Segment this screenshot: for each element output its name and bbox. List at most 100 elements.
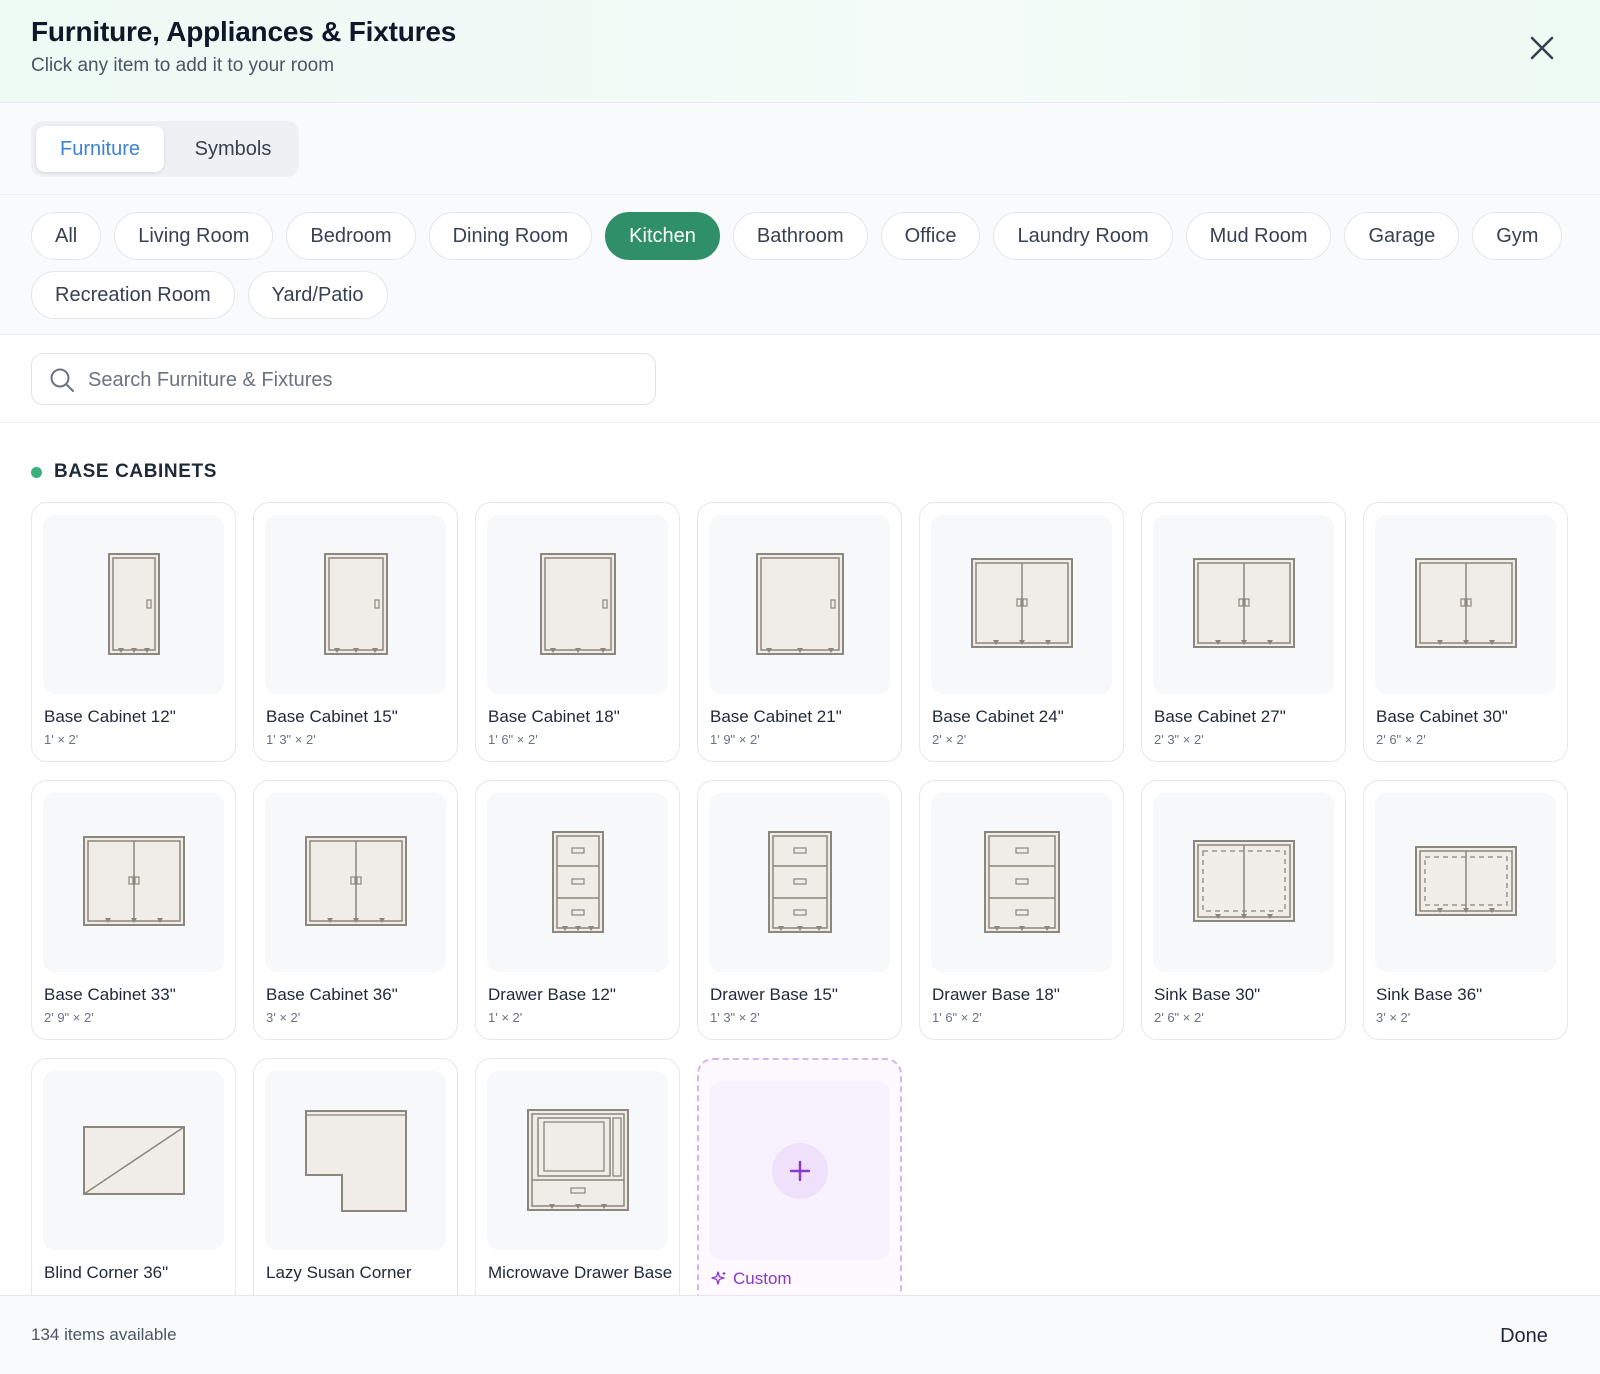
item-name: Sink Base 36" bbox=[1376, 985, 1483, 1004]
item-card[interactable]: Sink Base 30" 2' 6" × 2' bbox=[1141, 780, 1346, 1040]
item-card[interactable]: Microwave Drawer Base bbox=[475, 1058, 680, 1295]
category-chip-recreation-room[interactable]: Recreation Room bbox=[31, 271, 235, 319]
item-name: Base Cabinet 27" bbox=[1154, 707, 1286, 726]
modal-footer: 134 items available Done bbox=[0, 1295, 1600, 1374]
item-dimensions: 1' × 2' bbox=[44, 732, 79, 747]
search-input[interactable] bbox=[88, 362, 643, 398]
item-card[interactable]: Base Cabinet 24" 2' × 2' bbox=[919, 502, 1124, 762]
item-name: Base Cabinet 15" bbox=[266, 707, 398, 726]
microwave-drawer-icon bbox=[526, 1108, 630, 1214]
item-thumbnail bbox=[1153, 515, 1334, 694]
blind-corner-icon bbox=[82, 1125, 186, 1197]
category-filter-bar: All Living Room Bedroom Dining Room Kitchen B… bbox=[0, 195, 1600, 335]
single-door-cabinet-icon bbox=[107, 552, 161, 658]
modal-header: Furniture, Appliances & Fixtures Click a… bbox=[0, 0, 1600, 103]
item-dimensions: 3' × 2' bbox=[266, 1010, 301, 1025]
tab-symbols[interactable]: Symbols bbox=[171, 126, 295, 172]
search-icon bbox=[50, 368, 74, 392]
item-dimensions: 1' × 2' bbox=[488, 1010, 523, 1025]
search-box[interactable] bbox=[31, 353, 656, 405]
item-grid: Base Cabinet 12" 1' × 2' Base Cabinet 15" 1… bbox=[31, 502, 1568, 1295]
category-chip-living-room[interactable]: Living Room bbox=[114, 212, 274, 260]
category-chip-yard-patio[interactable]: Yard/Patio bbox=[247, 271, 388, 319]
item-dimensions: 2' × 2' bbox=[932, 732, 967, 747]
item-card[interactable]: Base Cabinet 15" 1' 3" × 2' bbox=[253, 502, 458, 762]
sink-base-icon bbox=[1414, 845, 1518, 921]
item-name: Base Cabinet 18" bbox=[488, 707, 620, 726]
item-dimensions: 1' 6" × 2' bbox=[932, 1010, 982, 1025]
drawer-base-icon bbox=[767, 830, 833, 936]
item-thumbnail bbox=[487, 1071, 668, 1250]
item-name: Base Cabinet 30" bbox=[1376, 707, 1508, 726]
item-count: 134 items available bbox=[31, 1325, 177, 1344]
category-chip-all[interactable]: All bbox=[31, 212, 102, 260]
item-name: Base Cabinet 21" bbox=[710, 707, 842, 726]
double-door-cabinet-icon bbox=[82, 835, 186, 931]
modal-subtitle: Click any item to add it to your room bbox=[31, 55, 335, 76]
item-card[interactable]: Drawer Base 12" 1' × 2' bbox=[475, 780, 680, 1040]
item-name: Base Cabinet 36" bbox=[266, 985, 398, 1004]
category-chip-laundry-room[interactable]: Laundry Room bbox=[993, 212, 1173, 260]
tab-furniture[interactable]: Furniture bbox=[36, 126, 164, 172]
section-dot bbox=[31, 466, 42, 478]
item-dimensions: 1' 3" × 2' bbox=[710, 1010, 760, 1025]
item-thumbnail bbox=[265, 793, 446, 972]
item-card[interactable]: Base Cabinet 18" 1' 6" × 2' bbox=[475, 502, 680, 762]
item-card[interactable]: Base Cabinet 12" 1' × 2' bbox=[31, 502, 236, 762]
item-card[interactable]: Lazy Susan Corner bbox=[253, 1058, 458, 1295]
category-chip-gym[interactable]: Gym bbox=[1472, 212, 1563, 260]
single-door-cabinet-icon bbox=[539, 552, 617, 658]
category-chip-bedroom[interactable]: Bedroom bbox=[286, 212, 416, 260]
item-card[interactable]: Drawer Base 15" 1' 3" × 2' bbox=[697, 780, 902, 1040]
item-dimensions: 1' 3" × 2' bbox=[266, 732, 316, 747]
single-door-cabinet-icon bbox=[755, 552, 845, 658]
item-thumbnail bbox=[43, 515, 224, 694]
close-icon bbox=[1530, 36, 1554, 60]
item-thumbnail bbox=[931, 793, 1112, 972]
sink-base-icon bbox=[1192, 839, 1296, 927]
drawer-base-icon bbox=[983, 830, 1061, 936]
category-chip-dining-room[interactable]: Dining Room bbox=[428, 212, 593, 260]
category-chip-garage[interactable]: Garage bbox=[1344, 212, 1460, 260]
item-card[interactable]: Base Cabinet 36" 3' × 2' bbox=[253, 780, 458, 1040]
category-chip-mud-room[interactable]: Mud Room bbox=[1185, 212, 1332, 260]
item-dimensions: 2' 9" × 2' bbox=[44, 1010, 94, 1025]
item-name: Base Cabinet 24" bbox=[932, 707, 1064, 726]
item-thumbnail bbox=[43, 793, 224, 972]
sparkle-icon bbox=[711, 1271, 726, 1285]
item-list[interactable]: BASE CABINETS Base Cabinet 12" 1' × 2' Bas… bbox=[0, 423, 1600, 1295]
double-door-cabinet-icon bbox=[304, 835, 408, 931]
custom-item-card[interactable]: Custom bbox=[697, 1058, 902, 1295]
category-chip-kitchen[interactable]: Kitchen bbox=[605, 212, 720, 260]
double-door-cabinet-icon bbox=[970, 557, 1074, 653]
item-name: Base Cabinet 12" bbox=[44, 707, 176, 726]
plus-icon bbox=[789, 1160, 810, 1181]
double-door-cabinet-icon bbox=[1192, 557, 1296, 653]
item-card[interactable]: Blind Corner 36" bbox=[31, 1058, 236, 1295]
item-card[interactable]: Drawer Base 18" 1' 6" × 2' bbox=[919, 780, 1124, 1040]
add-custom-button[interactable] bbox=[771, 1142, 828, 1199]
done-button[interactable]: Done bbox=[1478, 1314, 1570, 1358]
item-thumbnail bbox=[43, 1071, 224, 1250]
item-card[interactable]: Sink Base 36" 3' × 2' bbox=[1363, 780, 1568, 1040]
item-dimensions: 1' 9" × 2' bbox=[710, 732, 760, 747]
item-thumbnail bbox=[1375, 793, 1556, 972]
item-card[interactable]: Base Cabinet 33" 2' 9" × 2' bbox=[31, 780, 236, 1040]
mode-tab-bar: Furniture Symbols bbox=[0, 103, 1600, 195]
item-dimensions: 2' 6" × 2' bbox=[1154, 1010, 1204, 1025]
section-title: BASE CABINETS bbox=[54, 461, 217, 482]
category-chip-bathroom[interactable]: Bathroom bbox=[732, 212, 868, 260]
item-thumbnail bbox=[1153, 793, 1334, 972]
category-chip-office[interactable]: Office bbox=[880, 212, 981, 260]
close-button[interactable] bbox=[1526, 32, 1558, 64]
item-dimensions: 2' 3" × 2' bbox=[1154, 732, 1204, 747]
item-card[interactable]: Base Cabinet 30" 2' 6" × 2' bbox=[1363, 502, 1568, 762]
item-thumbnail bbox=[709, 515, 890, 694]
item-name: Base Cabinet 33" bbox=[44, 985, 176, 1004]
item-card[interactable]: Base Cabinet 21" 1' 9" × 2' bbox=[697, 502, 902, 762]
item-name: Drawer Base 12" bbox=[488, 985, 616, 1004]
item-thumbnail bbox=[265, 515, 446, 694]
item-card[interactable]: Base Cabinet 27" 2' 3" × 2' bbox=[1141, 502, 1346, 762]
mode-segmented-control: Furniture Symbols bbox=[31, 121, 299, 177]
item-dimensions: 1' 6" × 2' bbox=[488, 732, 538, 747]
